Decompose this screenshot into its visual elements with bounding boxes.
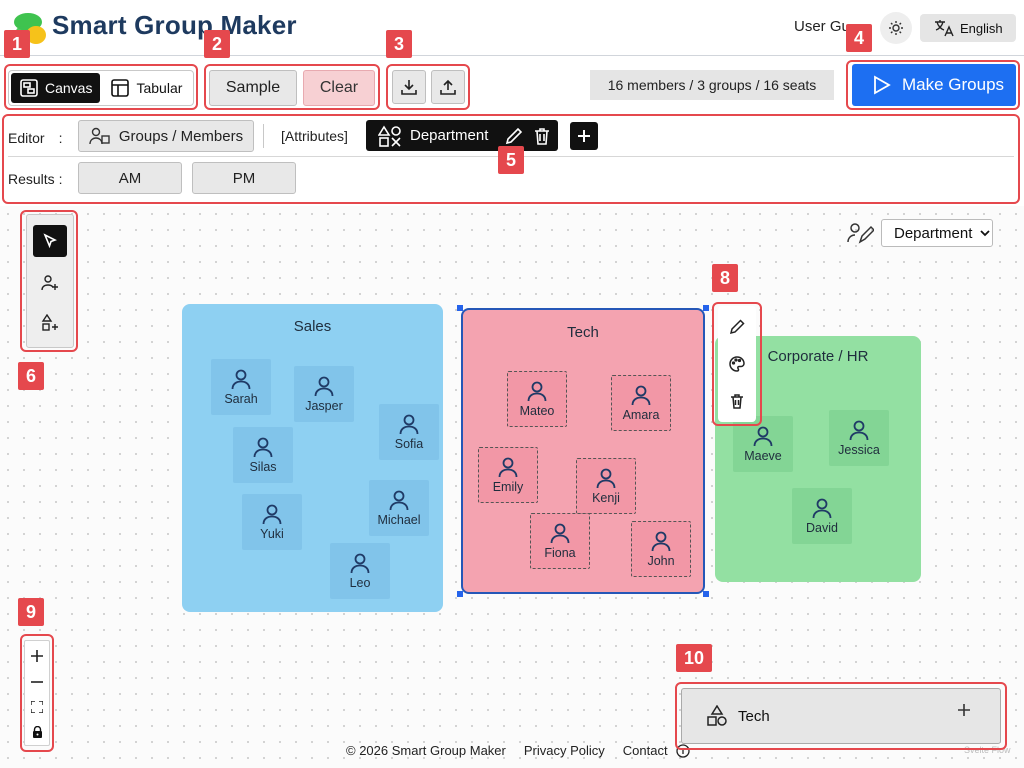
color-by-icon	[846, 220, 874, 246]
chevron-down-icon	[980, 230, 991, 237]
member-name: Yuki	[260, 527, 284, 541]
person-icon	[595, 467, 617, 489]
person-icon	[313, 375, 335, 397]
resize-handle[interactable]	[703, 305, 709, 311]
person-icon	[261, 503, 283, 525]
member-name: Kenji	[592, 491, 620, 505]
member-name: Fiona	[544, 546, 576, 560]
member-card[interactable]: Mateo	[507, 371, 567, 427]
annotation-number: 3	[386, 30, 412, 58]
annotation-box	[20, 634, 54, 752]
language-label: English	[960, 20, 1003, 36]
translate-icon	[935, 20, 954, 37]
resize-handle[interactable]	[703, 591, 709, 597]
member-name: Sarah	[224, 392, 258, 406]
annotation-number: 5	[498, 146, 524, 174]
member-name: Sofia	[394, 437, 424, 451]
annotation-number: 10	[676, 644, 712, 672]
person-icon	[752, 425, 774, 447]
person-icon	[650, 530, 672, 552]
annotation-box	[386, 64, 470, 110]
member-card[interactable]: Leo	[330, 543, 390, 599]
annotation-number: 6	[18, 362, 44, 390]
person-icon	[549, 522, 571, 544]
group-title: Tech	[567, 324, 599, 341]
annotation-number: 1	[4, 30, 30, 58]
color-by-value: Department	[894, 224, 973, 242]
person-icon	[497, 456, 519, 478]
person-icon	[252, 436, 274, 458]
annotation-box	[712, 302, 762, 426]
person-icon	[349, 552, 371, 574]
member-name: Amara	[622, 408, 660, 422]
annotation-number: 4	[846, 24, 872, 52]
contact-label: Contact	[622, 743, 668, 758]
person-icon	[811, 497, 833, 519]
person-icon	[230, 368, 252, 390]
member-card[interactable]: Silas	[233, 427, 293, 483]
member-card[interactable]: Jasper	[294, 366, 354, 422]
member-card[interactable]: David	[792, 488, 852, 544]
member-card[interactable]: Sarah	[211, 359, 271, 415]
person-icon	[526, 380, 548, 402]
privacy-policy-link[interactable]: Privacy Policy	[524, 743, 605, 758]
color-by-select[interactable]: Department	[881, 219, 993, 247]
member-card[interactable]: Amara	[611, 375, 671, 431]
app-title: Smart Group Maker	[52, 10, 297, 40]
member-card[interactable]: Kenji	[576, 458, 636, 514]
group-title: Sales	[293, 318, 332, 335]
annotation-box	[846, 60, 1020, 110]
person-icon	[848, 419, 870, 441]
member-name: Silas	[249, 460, 277, 474]
member-card[interactable]: Michael	[369, 480, 429, 536]
annotation-box	[4, 64, 198, 110]
annotation-box	[675, 682, 1007, 750]
member-name: Jessica	[838, 443, 880, 457]
member-name: Emily	[492, 480, 524, 494]
member-name: David	[806, 521, 838, 535]
footer: © 2026 Smart Group Maker Privacy Policy …	[346, 743, 690, 758]
member-card[interactable]: Sofia	[379, 404, 439, 460]
stats-summary: 16 members / 3 groups / 16 seats	[590, 70, 834, 100]
member-name: Jasper	[305, 399, 343, 413]
person-icon	[388, 489, 410, 511]
annotation-box	[204, 64, 380, 110]
annotation-box	[20, 210, 78, 352]
member-name: Maeve	[744, 449, 782, 463]
member-name: Mateo	[519, 404, 555, 418]
annotation-number: 8	[712, 264, 738, 292]
theme-toggle-button[interactable]	[880, 12, 912, 44]
person-icon	[630, 384, 652, 406]
person-icon	[398, 413, 420, 435]
member-name: Leo	[349, 576, 371, 590]
copyright-text: © 2026 Smart Group Maker	[346, 743, 506, 758]
member-card[interactable]: Fiona	[530, 513, 590, 569]
annotation-number: 2	[204, 30, 230, 58]
language-select[interactable]: English	[920, 14, 1016, 42]
resize-handle[interactable]	[457, 305, 463, 311]
annotation-number: 9	[18, 598, 44, 626]
resize-handle[interactable]	[457, 591, 463, 597]
member-card[interactable]: Jessica	[829, 410, 889, 466]
user-guide-link[interactable]: User Guide	[794, 18, 846, 35]
member-card[interactable]: Emily	[478, 447, 538, 503]
sun-icon	[889, 21, 903, 35]
member-card[interactable]: Yuki	[242, 494, 302, 550]
member-card[interactable]: John	[631, 521, 691, 577]
member-name: John	[647, 554, 675, 568]
member-name: Michael	[377, 513, 421, 527]
